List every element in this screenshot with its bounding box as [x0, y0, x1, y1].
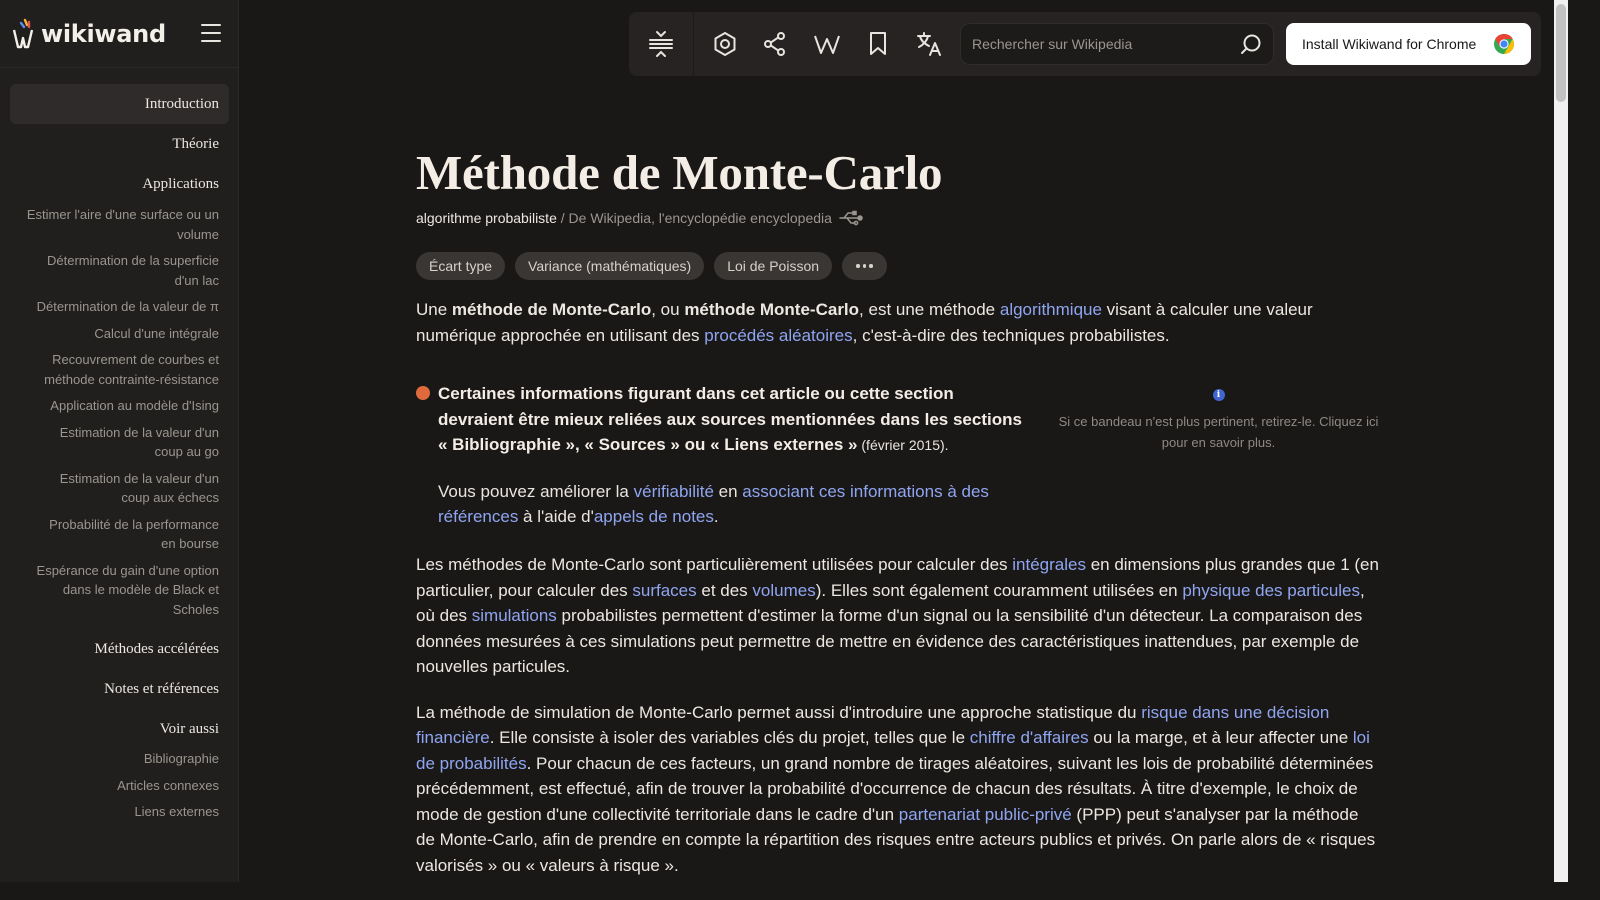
- text: . Elle consiste à isoler des variables c…: [489, 728, 970, 747]
- text: Une: [416, 300, 452, 319]
- toc-subitem[interactable]: Bibliographie: [10, 749, 229, 769]
- warning-icon: [416, 386, 430, 400]
- text: Vous pouvez améliorer la: [438, 481, 634, 501]
- text: , c'est-à-dire des techniques probabilis…: [852, 325, 1170, 345]
- tag-chip[interactable]: Écart type: [416, 252, 506, 280]
- more-tags-button[interactable]: [842, 252, 888, 280]
- article: Méthode de Monte-Carlo algorithme probab…: [416, 140, 1381, 878]
- info-icon: i: [1212, 389, 1225, 401]
- article-subtitle: algorithme probabiliste / De Wikipedia, …: [416, 208, 1381, 228]
- toc-subitem[interactable]: Recouvrement de courbes et méthode contr…: [10, 350, 229, 389]
- text: ). Elles sont également couramment utili…: [815, 580, 1183, 600]
- wikipedia-icon[interactable]: [811, 28, 843, 60]
- scrollbar-thumb[interactable]: [1556, 4, 1566, 102]
- bookmark-icon[interactable]: [862, 28, 894, 60]
- link-integrales[interactable]: intégrales: [1012, 555, 1086, 574]
- top-toolbar: Rechercher sur Wikipedia Install Wikiwan…: [629, 12, 1541, 76]
- link-algorithmique[interactable]: algorithmique: [1000, 300, 1102, 319]
- toc-subitem[interactable]: Application au modèle d'Ising: [10, 396, 229, 416]
- wikiwand-logo-icon: [12, 18, 34, 48]
- link-simulations[interactable]: simulations: [472, 606, 557, 625]
- article-short-description: algorithme probabiliste: [416, 210, 557, 226]
- banner-date: (février 2015).: [857, 437, 949, 453]
- link-surfaces[interactable]: surfaces: [632, 581, 696, 600]
- related-tags: Écart type Variance (mathématiques) Loi …: [416, 252, 1381, 280]
- link-procedes-aleatoires[interactable]: procédés aléatoires: [704, 326, 852, 345]
- toc-item-voir-aussi[interactable]: Voir aussi: [10, 709, 229, 749]
- search-icon[interactable]: [1239, 33, 1263, 57]
- banner-side-note[interactable]: i Si ce bandeau n'est plus pertinent, re…: [1056, 381, 1381, 453]
- tag-chip[interactable]: Variance (mathématiques): [515, 252, 705, 280]
- paragraph: La méthode de simulation de Monte-Carlo …: [416, 700, 1381, 879]
- paragraph: Les méthodes de Monte-Carlo sont particu…: [416, 552, 1381, 680]
- banner-side-text: Si ce bandeau n'est plus pertinent, reti…: [1058, 414, 1379, 450]
- toc-subitem[interactable]: Liens externes: [10, 802, 229, 822]
- link-appels-de-notes[interactable]: appels de notes: [594, 507, 714, 526]
- share-icon[interactable]: [759, 28, 791, 60]
- link-verifiabilite[interactable]: vérifiabilité: [634, 482, 714, 501]
- toc-subitem[interactable]: Probabilité de la performance en bourse: [10, 515, 229, 554]
- text: ou la marge, et à leur affecter une: [1088, 728, 1353, 747]
- toc-item-methodes-accelerees[interactable]: Méthodes accélérées: [10, 629, 229, 669]
- toc-subitem[interactable]: Détermination de la superficie d'un lac: [10, 251, 229, 290]
- settings-icon[interactable]: [709, 28, 741, 60]
- maintenance-banner: Certaines informations figurant dans cet…: [416, 381, 1381, 538]
- toc-item-theorie[interactable]: Théorie: [10, 124, 229, 164]
- intro-paragraph: Une méthode de Monte-Carlo, ou méthode M…: [416, 297, 1381, 348]
- toc-item-applications[interactable]: Applications: [10, 164, 229, 205]
- scrollbar[interactable]: [1554, 0, 1568, 882]
- text: , ou: [651, 300, 685, 319]
- text: et des: [696, 580, 753, 600]
- search-input[interactable]: Rechercher sur Wikipedia: [960, 23, 1274, 65]
- bold-text: méthode de Monte-Carlo: [451, 300, 652, 319]
- install-extension-label: Install Wikiwand for Chrome: [1302, 36, 1477, 52]
- menu-icon[interactable]: [201, 24, 221, 44]
- toc-collapse-icon[interactable]: [645, 28, 677, 60]
- text: à l'aide d': [518, 507, 594, 526]
- table-of-contents: Introduction Théorie Applications Estime…: [10, 84, 229, 822]
- link-volumes[interactable]: volumes: [752, 581, 815, 600]
- link-partenariat-public-prive[interactable]: partenariat public-privé: [899, 805, 1072, 824]
- text: probabilistes permettent d'estimer la fo…: [416, 606, 1363, 676]
- banner-text: Certaines informations figurant dans cet…: [438, 381, 1028, 530]
- tag-chip[interactable]: Loi de Poisson: [714, 252, 833, 280]
- toc-subitem[interactable]: Espérance du gain d'une option dans le m…: [10, 561, 229, 620]
- toc-subitem[interactable]: Estimer l'aire d'une surface ou un volum…: [10, 205, 229, 244]
- toolbar-divider: [693, 12, 694, 76]
- text: en: [713, 481, 743, 501]
- logo-text: wikiwand: [41, 19, 166, 48]
- toc-subitem[interactable]: Calcul d'une intégrale: [10, 324, 229, 344]
- text: Les méthodes de Monte-Carlo sont particu…: [416, 555, 1013, 574]
- text: , est une méthode: [859, 300, 1000, 319]
- toc-subitem[interactable]: Articles connexes: [10, 776, 229, 796]
- toc-item-notes-references[interactable]: Notes et références: [10, 669, 229, 709]
- text: .: [713, 507, 719, 526]
- toc-item-introduction[interactable]: Introduction: [10, 84, 229, 124]
- toc-subitem[interactable]: Détermination de la valeur de π: [10, 297, 229, 317]
- chrome-icon: [1494, 34, 1514, 54]
- toc-subitem[interactable]: Estimation de la valeur d'un coup au go: [10, 423, 229, 462]
- link-physique-particules[interactable]: physique des particules: [1182, 581, 1360, 600]
- usb-icon: [839, 210, 863, 226]
- toc-subitem[interactable]: Estimation de la valeur d'un coup aux éc…: [10, 469, 229, 508]
- translate-icon[interactable]: [913, 28, 945, 60]
- subtitle-separator: /: [556, 210, 569, 226]
- bold-text: méthode Monte-Carlo: [684, 300, 860, 319]
- sidebar: wikiwand Introduction Théorie Applicatio…: [0, 0, 239, 882]
- page-title: Méthode de Monte-Carlo: [416, 145, 943, 200]
- install-extension-button[interactable]: Install Wikiwand for Chrome: [1286, 23, 1531, 65]
- search-placeholder: Rechercher sur Wikipedia: [972, 36, 1133, 52]
- link-chiffre-affaires[interactable]: chiffre d'affaires: [970, 728, 1089, 747]
- article-source: De Wikipedia, l'encyclopédie encyclopedi…: [568, 210, 832, 226]
- text: La méthode de simulation de Monte-Carlo …: [416, 702, 1142, 722]
